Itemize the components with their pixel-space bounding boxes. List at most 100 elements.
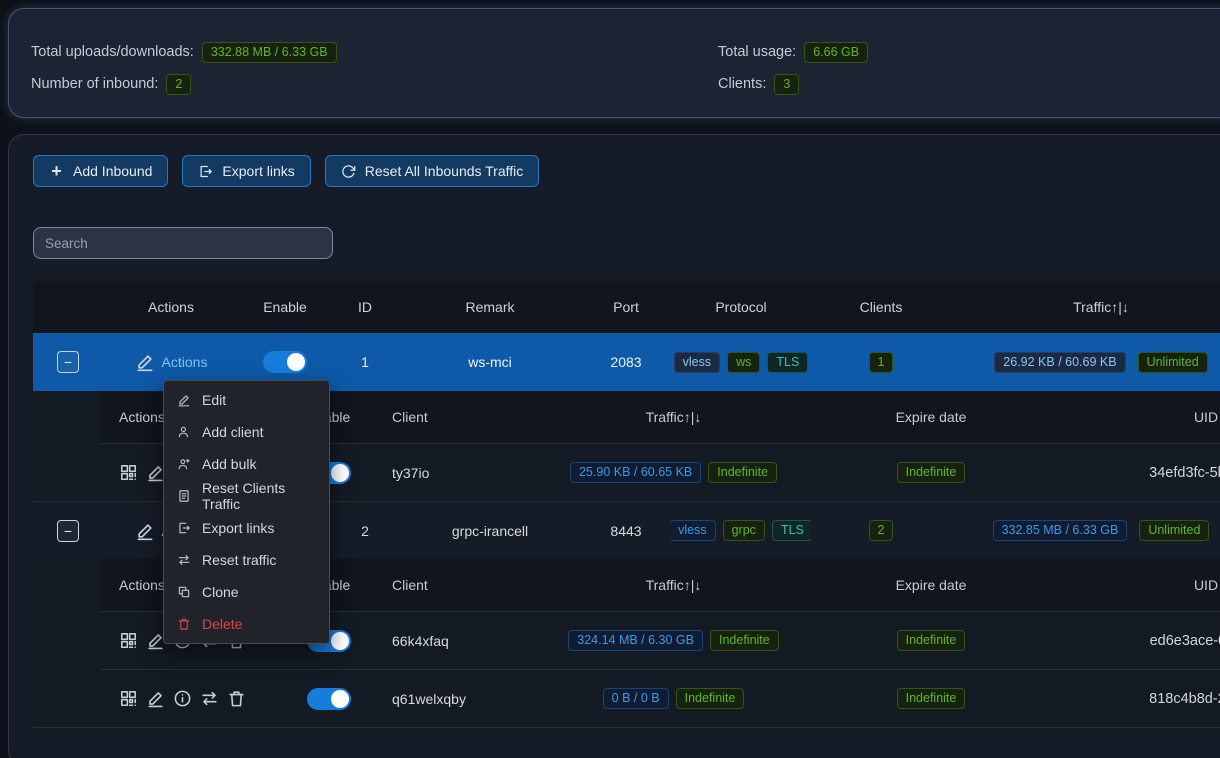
client-total-badge: Indefinite	[710, 630, 779, 651]
client-name: ty37io	[376, 465, 546, 481]
sub-header-uid: UID	[1061, 577, 1220, 593]
sync-icon	[341, 164, 356, 179]
stat-label: Number of inbound:	[31, 76, 158, 92]
sub-header-traffic-sort[interactable]: Traffic↑|↓	[546, 409, 801, 425]
qr-code-icon[interactable]	[119, 631, 138, 650]
search-input[interactable]	[33, 227, 333, 259]
tls-badge: TLS	[772, 520, 811, 541]
actions-dropdown-menu: Edit Add client Add bulk Reset Clients T…	[163, 380, 330, 644]
actions-label: Actions	[162, 354, 208, 370]
delete-icon[interactable]	[227, 689, 246, 708]
protocol-badge: vless	[671, 520, 716, 541]
menu-item-clone[interactable]: Clone	[164, 576, 329, 608]
stat-label: Total uploads/downloads:	[31, 44, 194, 60]
reset-traffic-icon[interactable]	[200, 689, 219, 708]
menu-item-delete[interactable]: Delete	[164, 608, 329, 640]
sub-header-uid: UID	[1061, 409, 1220, 425]
menu-item-edit[interactable]: Edit	[164, 384, 329, 416]
collapse-row-button[interactable]: −	[57, 520, 79, 542]
client-uid: ed6e3ace-02c9-4	[1061, 633, 1220, 649]
protocol-badge: vless	[674, 352, 720, 373]
stats-card: Total uploads/downloads: 332.88 MB / 6.3…	[8, 8, 1220, 118]
transport-badge: grpc	[723, 520, 765, 541]
client-expire-badge: Indefinite	[897, 630, 966, 651]
export-icon	[177, 521, 191, 535]
stat-label: Total usage:	[718, 44, 796, 60]
stat-clients: Clients: 3	[718, 73, 868, 95]
header-remark: Remark	[399, 299, 581, 315]
sub-header-expire: Expire date	[801, 409, 1061, 425]
menu-item-reset-traffic[interactable]: Reset traffic	[164, 544, 329, 576]
stat-total-uploads-downloads: Total uploads/downloads: 332.88 MB / 6.3…	[31, 41, 337, 63]
info-circle-icon[interactable]	[173, 689, 192, 708]
traffic-badge: 332.85 MB / 6.33 GB	[993, 520, 1128, 541]
reset-all-inbounds-traffic-button[interactable]: Reset All Inbounds Traffic	[325, 155, 540, 187]
stat-label: Clients:	[718, 76, 766, 92]
header-id: ID	[331, 299, 399, 315]
sub-header-client: Client	[376, 409, 546, 425]
menu-item-add-client[interactable]: Add client	[164, 416, 329, 448]
qr-code-icon[interactable]	[119, 689, 138, 708]
edit-pencil-icon	[135, 521, 155, 541]
swap-arrows-icon	[177, 553, 191, 567]
toolbar: + Add Inbound Export links Reset All Inb…	[33, 155, 539, 187]
export-links-label: Export links	[222, 163, 294, 179]
file-reset-icon	[177, 489, 191, 503]
export-links-button[interactable]: Export links	[182, 155, 310, 187]
add-inbound-label: Add Inbound	[73, 163, 152, 179]
edit-pencil-icon[interactable]	[146, 689, 165, 708]
header-traffic-sort[interactable]: Traffic↑|↓	[951, 299, 1220, 315]
stat-value-badge: 6.66 GB	[804, 42, 868, 63]
client-uid: 34efd3fc-5b39-45	[1061, 465, 1220, 481]
enable-toggle[interactable]	[263, 351, 307, 373]
clone-icon	[177, 585, 191, 599]
stat-value-badge: 2	[166, 74, 191, 95]
inbound-remark: grpc-irancell	[399, 523, 581, 539]
client-traffic-badge: 25.90 KB / 60.65 KB	[570, 462, 701, 483]
total-badge: Unlimited	[1138, 352, 1208, 373]
clients-count-badge: 2	[869, 520, 894, 541]
stat-total-usage: Total usage: 6.66 GB	[718, 41, 868, 63]
collapse-row-button[interactable]: −	[57, 351, 79, 373]
tls-badge: TLS	[767, 352, 808, 373]
add-inbound-button[interactable]: + Add Inbound	[33, 155, 168, 187]
edit-pencil-icon	[135, 352, 155, 372]
client-name: 66k4xfaq	[376, 633, 546, 649]
menu-item-export-links[interactable]: Export links	[164, 512, 329, 544]
client-total-badge: Indefinite	[676, 688, 745, 709]
client-total-badge: Indefinite	[708, 462, 777, 483]
transport-badge: ws	[727, 352, 760, 373]
edit-pencil-icon	[177, 393, 191, 407]
clients-count-badge: 1	[869, 352, 894, 373]
menu-item-reset-clients-traffic[interactable]: Reset Clients Traffic	[164, 480, 329, 512]
client-expire-badge: Indefinite	[897, 688, 966, 709]
user-add-icon	[177, 425, 191, 439]
sub-header-traffic-sort[interactable]: Traffic↑|↓	[546, 577, 801, 593]
sub-header-client: Client	[376, 577, 546, 593]
export-icon	[198, 164, 213, 179]
table-header-row: Actions Enable ID Remark Port Protocol C…	[33, 281, 1220, 333]
sub-header-expire: Expire date	[801, 577, 1061, 593]
header-port: Port	[581, 299, 671, 315]
header-enable: Enable	[239, 299, 331, 315]
inbound-remark: ws-mci	[399, 354, 581, 370]
menu-item-add-bulk[interactable]: Add bulk	[164, 448, 329, 480]
header-clients: Clients	[811, 299, 951, 315]
client-uid: 818c4b8d-29b2-4	[1061, 691, 1220, 707]
stat-number-of-inbound: Number of inbound: 2	[31, 73, 337, 95]
client-expire-badge: Indefinite	[897, 462, 966, 483]
client-enable-toggle[interactable]	[307, 688, 351, 710]
delete-icon	[177, 617, 191, 631]
stat-value-badge: 3	[774, 74, 799, 95]
qr-code-icon[interactable]	[119, 463, 138, 482]
header-protocol: Protocol	[671, 299, 811, 315]
client-name: q61welxqby	[376, 691, 546, 707]
client-row: q61welxqby 0 B / 0 B Indefinite Indefini…	[101, 669, 1220, 727]
row-actions-dropdown[interactable]: Actions	[135, 352, 208, 372]
stat-value-badge: 332.88 MB / 6.33 GB	[202, 42, 337, 63]
total-badge: Unlimited	[1139, 520, 1209, 541]
inbound-port: 2083	[581, 354, 671, 370]
client-traffic-badge: 324.14 MB / 6.30 GB	[568, 630, 703, 651]
header-actions: Actions	[103, 299, 239, 315]
plus-icon: +	[49, 164, 64, 179]
